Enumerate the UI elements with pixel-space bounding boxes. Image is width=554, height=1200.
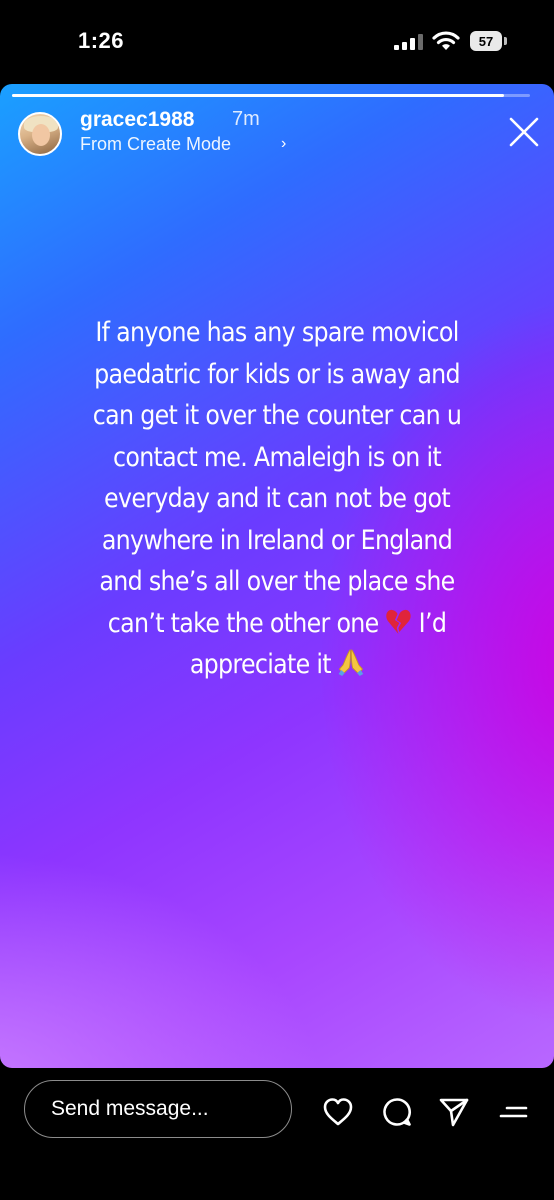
avatar[interactable] — [18, 112, 62, 156]
story-text-line: contact me. Amaleigh is on it — [113, 441, 442, 473]
story-text-line: paedatric for kids or is away and — [94, 358, 461, 390]
status-bar: 1:26 57 — [0, 0, 554, 84]
story-text-line: If anyone has any spare movicol — [95, 317, 459, 348]
send-message-input[interactable] — [24, 1080, 292, 1138]
story-text-line: appreciate it — [68, 644, 485, 686]
send-icon[interactable] — [438, 1096, 470, 1128]
story-view[interactable]: gracec1988 7m From Create Mode › If anyo… — [0, 84, 554, 1068]
comment-icon[interactable] — [381, 1096, 413, 1128]
story-text-line: anywhere in Ireland or England — [101, 524, 453, 556]
bottom-bar — [0, 1068, 554, 1200]
story-text-line: can get it over the counter can u — [92, 400, 462, 431]
create-mode-link[interactable]: From Create Mode — [80, 134, 231, 155]
battery-level: 57 — [470, 31, 502, 51]
story-time-ago: 7m — [232, 108, 260, 130]
story-text-fragment: appreciate it — [189, 649, 332, 680]
battery-icon: 57 — [470, 31, 508, 51]
story-text-line: everyday and it can not be got — [104, 483, 451, 514]
close-icon[interactable] — [506, 114, 542, 150]
heart-icon[interactable] — [322, 1096, 354, 1128]
story-progress-fill — [12, 94, 505, 97]
menu-icon[interactable] — [498, 1096, 530, 1128]
username[interactable]: gracec1988 — [80, 108, 194, 132]
signal-icon — [394, 34, 423, 50]
status-time: 1:26 — [78, 28, 125, 53]
story-text-fragment: can’t take the other one — [107, 607, 379, 639]
story-progress-bar — [12, 94, 530, 97]
story-text-line: can’t take the other one I’d — [68, 603, 485, 645]
story-text-line: and she’s all over the place she — [99, 566, 455, 597]
story-text-fragment: I’d — [418, 607, 447, 639]
story-text: If anyone has any spare movicol paedatri… — [68, 312, 485, 686]
broken-heart-icon — [386, 609, 411, 634]
wifi-icon — [432, 31, 460, 50]
chevron-right-icon: › — [281, 135, 287, 152]
folded-hands-icon — [338, 649, 364, 676]
